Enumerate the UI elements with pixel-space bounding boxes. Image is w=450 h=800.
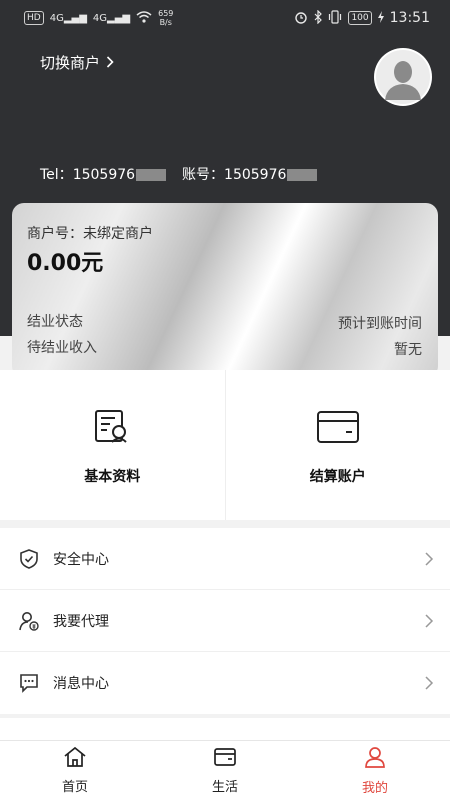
tel-info: Tel：1505976	[40, 164, 167, 184]
wifi-icon	[136, 10, 152, 26]
clock: 13:51	[389, 10, 430, 26]
shield-icon	[18, 548, 40, 570]
contact-line: Tel：1505976 账号：1505976	[40, 164, 318, 184]
chevron-right-icon	[424, 551, 434, 567]
wallet-icon	[213, 746, 237, 772]
menu-item-agent[interactable]: 我要代理	[0, 590, 450, 652]
net-speed-value: 659	[158, 9, 174, 18]
tab-home-label: 首页	[61, 780, 88, 795]
pending-income-label: 待结业收入	[27, 340, 97, 356]
tel-value: 1505976	[72, 167, 136, 183]
account-label: 账号：	[182, 167, 225, 183]
balance-card: 商户号：未绑定商户 0.00元 结业状态 待结业收入 预计到账时间 暂无	[12, 203, 438, 378]
eta-label: 预计到账时间	[338, 316, 422, 332]
tab-mine[interactable]: 我的	[300, 741, 450, 800]
profile-doc-icon	[93, 408, 131, 450]
menu-item-label: 消息中心	[53, 676, 109, 692]
menu-item-label: 我要代理	[53, 613, 109, 630]
chevron-right-icon	[106, 54, 114, 72]
bluetooth-icon	[314, 9, 323, 27]
tab-home[interactable]: 首页	[0, 741, 150, 800]
net-speed: 659 B/s	[158, 9, 173, 27]
next-section-peek	[0, 718, 450, 740]
eta-value: 暂无	[394, 342, 422, 358]
account-value: 1505976	[224, 167, 287, 183]
avatar[interactable]	[374, 48, 432, 106]
hd-badge: HD	[24, 11, 44, 25]
basic-info-label: 基本资料	[84, 469, 141, 485]
signal-icon-1: 4G▂▄▆	[49, 12, 87, 24]
shortcut-grid: 基本资料 结算账户	[0, 370, 450, 520]
basic-info-button[interactable]: 基本资料	[0, 370, 225, 520]
tel-mask	[136, 169, 167, 181]
settle-status-label: 结业状态	[27, 314, 83, 330]
user-icon	[363, 745, 387, 773]
network-type-1: 4G	[49, 12, 64, 24]
account-mask	[287, 169, 318, 181]
tel-label: Tel：	[40, 167, 73, 183]
bank-card-icon	[316, 408, 360, 450]
battery-icon: 100	[348, 11, 372, 25]
settlement-account-label: 结算账户	[309, 469, 366, 485]
account-info: 账号：1505976	[182, 164, 318, 184]
status-left: HD 4G▂▄▆ 4G▂▄▆ 659 B/s	[24, 9, 173, 27]
tab-life-label: 生活	[211, 780, 238, 795]
signal-icon-2: 4G▂▄▆	[92, 12, 131, 24]
net-speed-unit: B/s	[159, 18, 172, 27]
status-bar: HD 4G▂▄▆ 4G▂▄▆ 659 B/s 100 13:51	[0, 0, 450, 36]
message-icon	[18, 672, 40, 694]
agent-user-icon	[18, 610, 40, 632]
chevron-right-icon	[424, 675, 434, 691]
menu-item-messages[interactable]: 消息中心	[0, 652, 450, 714]
chevron-right-icon	[424, 613, 434, 629]
home-icon	[63, 746, 87, 772]
alarm-icon	[294, 10, 308, 27]
settlement-account-button[interactable]: 结算账户	[224, 370, 450, 520]
merchant-number: 商户号：未绑定商户	[27, 226, 153, 242]
menu-item-label: 安全中心	[53, 551, 109, 568]
status-right: 100 13:51	[294, 9, 430, 27]
switch-merchant-label: 切换商户	[40, 54, 101, 72]
tab-mine-label: 我的	[361, 781, 388, 796]
network-type-2: 4G	[92, 12, 108, 24]
menu-list: 安全中心 我要代理 消息中心	[0, 528, 450, 714]
charging-icon	[377, 10, 384, 26]
tab-life[interactable]: 生活	[150, 741, 300, 800]
bottom-tab-bar: 首页 生活 我的	[0, 740, 450, 800]
default-avatar-icon	[376, 50, 430, 104]
switch-merchant-button[interactable]: 切换商户	[40, 52, 114, 73]
vibrate-icon	[328, 9, 342, 27]
balance-amount: 0.00元	[27, 251, 104, 276]
menu-item-security[interactable]: 安全中心	[0, 528, 450, 590]
